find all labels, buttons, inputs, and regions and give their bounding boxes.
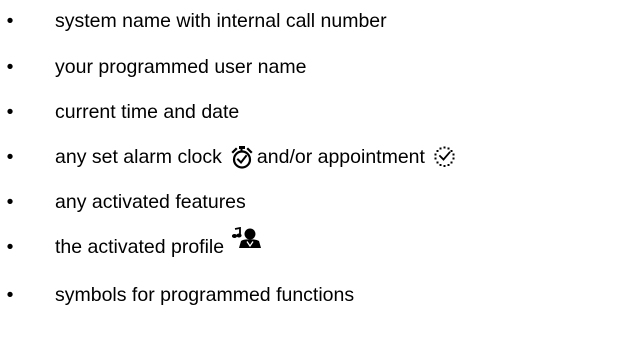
list-item-text-middle: and/or appointment xyxy=(256,146,425,168)
alarm-clock-icon xyxy=(231,145,253,169)
list-item-content: the activated profile xyxy=(55,227,262,262)
list-item-text: any activated features xyxy=(55,191,246,213)
list-item-text: symbols for programmed functions xyxy=(55,284,355,306)
list-item-text: the activated profile xyxy=(55,236,225,258)
bullet: • xyxy=(6,284,14,306)
list-item: • current time and date xyxy=(0,97,619,127)
list-item-text-before: any set alarm clock xyxy=(55,146,222,168)
bullet: • xyxy=(6,236,14,258)
list-item: • any activated features xyxy=(0,187,619,217)
list-item: • any set alarm clock and/or appointment xyxy=(0,142,619,172)
bullet: • xyxy=(6,10,14,32)
list-item: • the activated profile xyxy=(0,227,619,262)
list-item-text: system name with internal call number xyxy=(55,10,387,32)
list-item: • your programmed user name xyxy=(0,52,619,82)
list-item-content: any set alarm clock and/or appointment xyxy=(55,142,457,172)
list-item: • system name with internal call number xyxy=(0,6,619,36)
bullet: • xyxy=(6,101,14,123)
bullet: • xyxy=(6,191,14,213)
bullet: • xyxy=(6,146,14,168)
list-item-text: your programmed user name xyxy=(55,56,307,78)
list-item: • symbols for programmed functions xyxy=(0,280,619,310)
profile-icon xyxy=(232,227,262,249)
appointment-icon xyxy=(433,145,457,169)
list-item-text: current time and date xyxy=(55,101,240,123)
bullet: • xyxy=(6,56,14,78)
